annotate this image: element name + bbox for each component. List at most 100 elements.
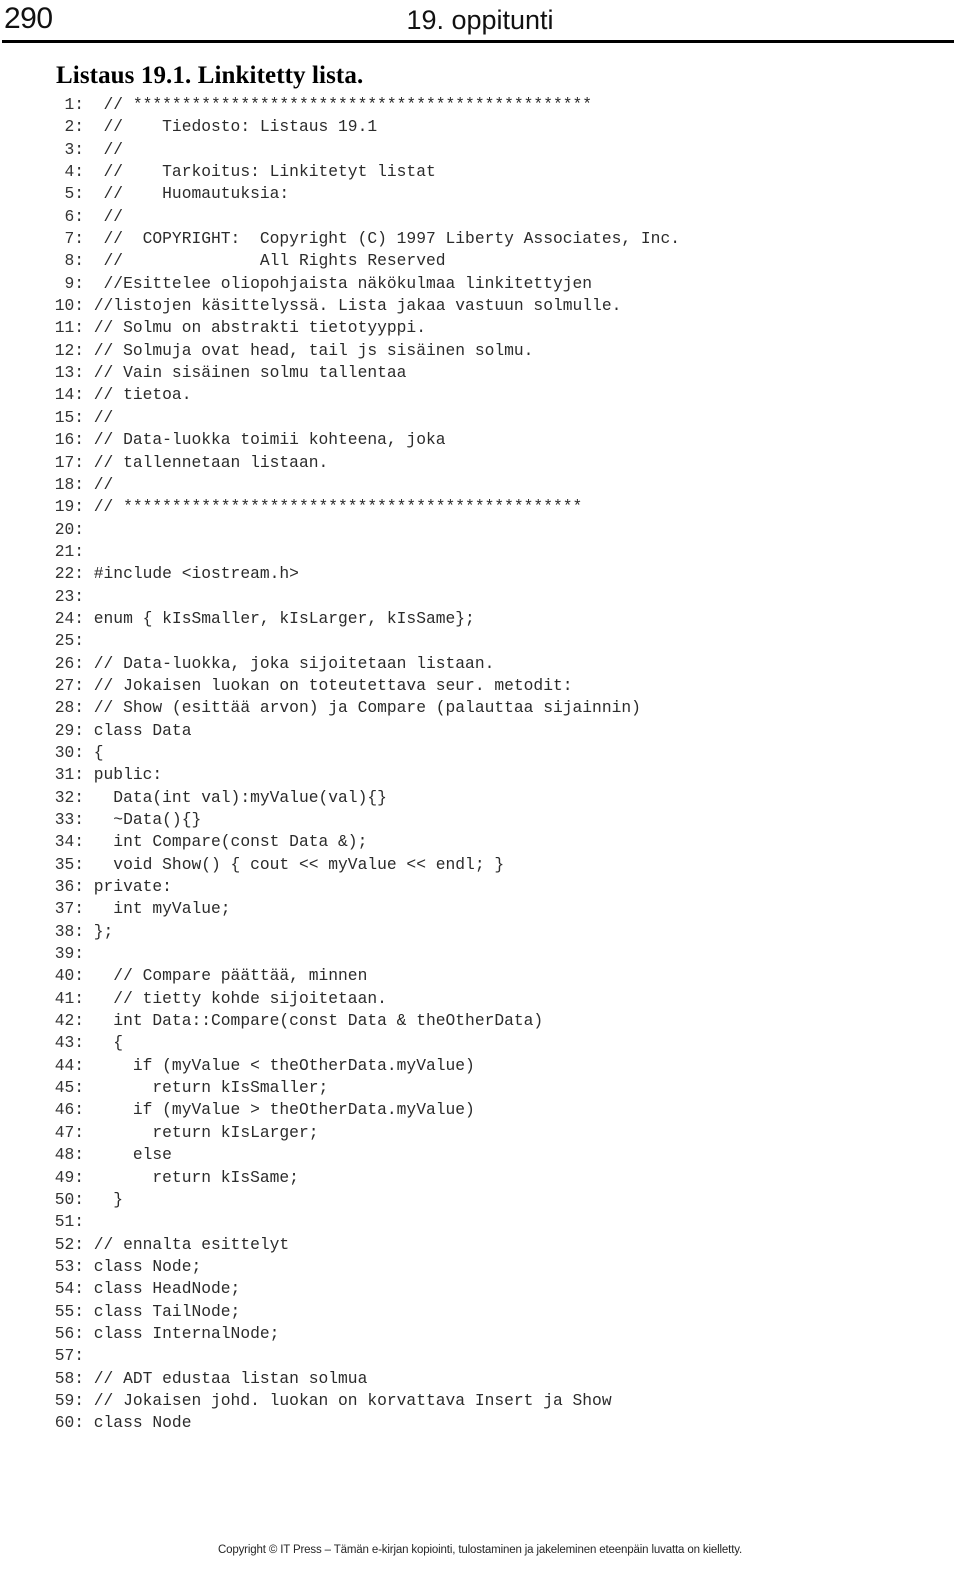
code-line-text: Data(int val):myValue(val){} bbox=[84, 787, 387, 807]
code-line: 14: // tietoa. bbox=[44, 384, 924, 406]
code-line-text: void Show() { cout << myValue << endl; } bbox=[84, 854, 505, 874]
code-line: 3: // bbox=[44, 139, 924, 161]
code-line-number: 32: bbox=[54, 787, 84, 807]
code-line-text: // Data-luokka toimii kohteena, joka bbox=[84, 430, 446, 450]
code-line: 38: }; bbox=[44, 921, 924, 943]
code-line: 58: // ADT edustaa listan solmua bbox=[44, 1368, 924, 1390]
code-line-number: 57: bbox=[54, 1346, 84, 1366]
code-line: 47: return kIsLarger; bbox=[44, 1122, 924, 1144]
code-line-text: class Data bbox=[84, 720, 192, 740]
code-line: 31: public: bbox=[44, 764, 924, 786]
code-line: 1: // **********************************… bbox=[44, 94, 924, 116]
code-line-text: #include <iostream.h> bbox=[84, 564, 299, 584]
code-line-text: enum { kIsSmaller, kIsLarger, kIsSame}; bbox=[84, 608, 475, 628]
code-line: 45: return kIsSmaller; bbox=[44, 1077, 924, 1099]
code-line-number: 43: bbox=[54, 1033, 84, 1053]
code-line-number: 41: bbox=[54, 988, 84, 1008]
code-line-text: // Jokaisen johd. luokan on korvattava I… bbox=[84, 1390, 612, 1410]
code-line: 19: // *********************************… bbox=[44, 496, 924, 518]
code-line-text: //Esittelee oliopohjaista näkökulmaa lin… bbox=[84, 273, 593, 293]
chapter-title: 19. oppitunti bbox=[406, 5, 554, 35]
code-line-text: int myValue; bbox=[84, 899, 231, 919]
code-line: 12: // Solmuja ovat head, tail js sisäin… bbox=[44, 340, 924, 362]
code-line-number: 47: bbox=[54, 1122, 84, 1142]
code-line-text: // Show (esittää arvon) ja Compare (pala… bbox=[84, 698, 641, 718]
code-line-number: 16: bbox=[54, 430, 84, 450]
code-line-number: 39: bbox=[54, 944, 84, 964]
code-line-number: 59: bbox=[54, 1390, 84, 1410]
code-line: 24: enum { kIsSmaller, kIsLarger, kIsSam… bbox=[44, 608, 924, 630]
code-line: 59: // Jokaisen johd. luokan on korvatta… bbox=[44, 1390, 924, 1412]
code-line: 7: // COPYRIGHT: Copyright (C) 1997 Libe… bbox=[44, 228, 924, 250]
code-line: 20: bbox=[44, 519, 924, 541]
code-line-text: // tietoa. bbox=[84, 385, 192, 405]
code-line-number: 17: bbox=[54, 452, 84, 472]
code-line: 36: private: bbox=[44, 876, 924, 898]
code-line-number: 58: bbox=[54, 1368, 84, 1388]
code-line: 41: // tietty kohde sijoitetaan. bbox=[44, 988, 924, 1010]
code-line-text: class TailNode; bbox=[84, 1301, 241, 1321]
code-line-number: 38: bbox=[54, 921, 84, 941]
code-line-number: 42: bbox=[54, 1011, 84, 1031]
code-line: 18: // bbox=[44, 474, 924, 496]
code-line: 40: // Compare päättää, minnen bbox=[44, 965, 924, 987]
code-line: 21: bbox=[44, 541, 924, 563]
code-line-text: class InternalNode; bbox=[84, 1323, 280, 1343]
code-line-number: 30: bbox=[54, 742, 84, 762]
code-line: 54: class HeadNode; bbox=[44, 1278, 924, 1300]
code-listing: 1: // **********************************… bbox=[44, 94, 924, 1435]
code-line: 60: class Node bbox=[44, 1412, 924, 1434]
code-line: 27: // Jokaisen luokan on toteutettava s… bbox=[44, 675, 924, 697]
code-line: 29: class Data bbox=[44, 720, 924, 742]
code-line: 10: //listojen käsittelyssä. Lista jakaa… bbox=[44, 295, 924, 317]
code-line-number: 15: bbox=[54, 407, 84, 427]
code-line-text: // bbox=[84, 474, 114, 494]
code-line-text: { bbox=[84, 1033, 124, 1053]
code-line-text: // tietty kohde sijoitetaan. bbox=[84, 988, 387, 1008]
code-line-number: 20: bbox=[54, 519, 84, 539]
code-line: 2: // Tiedosto: Listaus 19.1 bbox=[44, 116, 924, 138]
code-line: 37: int myValue; bbox=[44, 898, 924, 920]
code-line: 51: bbox=[44, 1211, 924, 1233]
code-line-text: // bbox=[84, 407, 114, 427]
code-line-number: 3: bbox=[64, 139, 84, 159]
code-line-number: 10: bbox=[54, 296, 84, 316]
code-line: 44: if (myValue < theOtherData.myValue) bbox=[44, 1055, 924, 1077]
code-line: 8: // All Rights Reserved bbox=[44, 250, 924, 272]
code-line-number: 23: bbox=[54, 586, 84, 606]
code-line-number: 50: bbox=[54, 1189, 84, 1209]
footer-copyright: Copyright © IT Press – Tämän e-kirjan ko… bbox=[217, 1544, 743, 1556]
code-line-number: 52: bbox=[54, 1234, 84, 1254]
code-line-text: class Node; bbox=[84, 1256, 202, 1276]
code-line-number: 2: bbox=[64, 117, 84, 137]
code-line-text: class HeadNode; bbox=[84, 1279, 241, 1299]
code-line-number: 40: bbox=[54, 966, 84, 986]
code-line: 42: int Data::Compare(const Data & theOt… bbox=[44, 1010, 924, 1032]
code-line: 13: // Vain sisäinen solmu tallentaa bbox=[44, 362, 924, 384]
code-line: 28: // Show (esittää arvon) ja Compare (… bbox=[44, 697, 924, 719]
code-line-text: //listojen käsittelyssä. Lista jakaa vas… bbox=[84, 296, 622, 316]
code-line-text: // Solmu on abstrakti tietotyyppi. bbox=[84, 318, 426, 338]
code-line: 33: ~Data(){} bbox=[44, 809, 924, 831]
code-line-number: 26: bbox=[54, 653, 84, 673]
code-line-number: 13: bbox=[54, 363, 84, 383]
code-line-text: // bbox=[84, 206, 124, 226]
code-line-text: // ennalta esittelyt bbox=[84, 1234, 290, 1254]
code-line: 48: else bbox=[44, 1144, 924, 1166]
header-divider bbox=[2, 40, 954, 43]
code-line-text: return kIsLarger; bbox=[84, 1122, 319, 1142]
code-line: 57: bbox=[44, 1345, 924, 1367]
code-line-number: 36: bbox=[54, 877, 84, 897]
code-line: 5: // Huomautuksia: bbox=[44, 183, 924, 205]
code-line-number: 46: bbox=[54, 1100, 84, 1120]
code-line-number: 12: bbox=[54, 340, 84, 360]
code-line-number: 9: bbox=[64, 273, 84, 293]
code-line-text: int Data::Compare(const Data & theOtherD… bbox=[84, 1011, 544, 1031]
code-line-number: 33: bbox=[54, 810, 84, 829]
code-line-text: { bbox=[84, 742, 104, 762]
page-footer: Copyright © IT Press – Tämän e-kirjan ko… bbox=[0, 1540, 960, 1558]
code-line-number: 8: bbox=[64, 251, 84, 271]
code-line-number: 31: bbox=[54, 765, 84, 785]
code-line-text: if (myValue < theOtherData.myValue) bbox=[84, 1055, 475, 1075]
code-line: 34: int Compare(const Data &); bbox=[44, 831, 924, 853]
